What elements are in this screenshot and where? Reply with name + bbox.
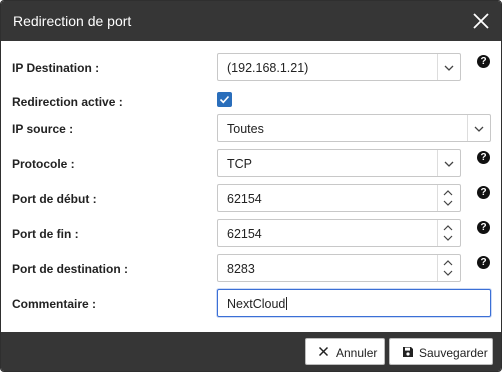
port-debut-value: 62154 <box>227 192 262 206</box>
spinner-divider <box>437 220 438 246</box>
spinner-divider <box>437 255 438 281</box>
redirection-active-checkbox[interactable] <box>217 92 232 107</box>
checkmark-icon <box>219 95 230 104</box>
row-ip-source: IP source : Toutes <box>1 114 501 144</box>
ip-source-label: IP source : <box>12 122 74 136</box>
row-port-debut: Port de début : 62154 ? <box>1 184 501 214</box>
port-forward-dialog: Redirection de port IP Destination : (19… <box>0 0 502 372</box>
row-port-fin: Port de fin : 62154 ? <box>1 219 501 249</box>
ip-destination-label: IP Destination : <box>12 61 100 75</box>
chevron-down-icon <box>474 126 484 132</box>
select-divider <box>437 54 438 80</box>
help-icon[interactable]: ? <box>477 186 490 199</box>
help-icon[interactable]: ? <box>477 151 490 164</box>
port-debut-input[interactable]: 62154 <box>217 184 461 212</box>
dialog-footer: Annuler Sauvegarder <box>1 332 501 371</box>
save-button[interactable]: Sauvegarder <box>389 338 493 365</box>
cancel-label: Annuler <box>336 346 378 360</box>
floppy-disk-icon <box>403 347 413 357</box>
help-icon[interactable]: ? <box>477 256 490 269</box>
cancel-button[interactable]: Annuler <box>305 338 385 365</box>
port-fin-value: 62154 <box>227 227 262 241</box>
protocole-value: TCP <box>227 157 252 171</box>
close-icon <box>318 346 329 357</box>
row-port-destination: Port de destination : 8283 ? <box>1 254 501 284</box>
spinner-arrows-icon[interactable] <box>442 258 454 278</box>
protocole-select[interactable]: TCP <box>217 149 461 177</box>
port-fin-label: Port de fin : <box>12 227 79 241</box>
ip-source-select[interactable]: Toutes <box>217 114 491 142</box>
ip-destination-value: (192.168.1.21) <box>227 61 309 75</box>
port-debut-label: Port de début : <box>12 192 97 206</box>
dialog-body: IP Destination : (192.168.1.21) ? Redire… <box>1 41 501 331</box>
help-icon[interactable]: ? <box>477 221 490 234</box>
spinner-arrows-icon[interactable] <box>442 188 454 208</box>
commentaire-label: Commentaire : <box>12 297 97 311</box>
commentaire-input[interactable]: NextCloud <box>217 289 491 317</box>
port-destination-value: 8283 <box>227 262 255 276</box>
row-protocole: Protocole : TCP ? <box>1 149 501 179</box>
text-caret <box>286 297 288 310</box>
ip-destination-select[interactable]: (192.168.1.21) <box>217 53 461 81</box>
spinner-divider <box>437 185 438 211</box>
port-fin-input[interactable]: 62154 <box>217 219 461 247</box>
select-divider <box>437 150 438 176</box>
protocole-label: Protocole : <box>12 157 75 171</box>
commentaire-value: NextCloud <box>227 297 286 311</box>
close-icon <box>473 13 489 29</box>
dialog-titlebar: Redirection de port <box>1 1 501 41</box>
row-ip-destination: IP Destination : (192.168.1.21) ? <box>1 53 501 83</box>
row-commentaire: Commentaire : NextCloud <box>1 289 501 319</box>
close-button[interactable] <box>469 9 493 33</box>
help-icon[interactable]: ? <box>477 55 490 68</box>
port-destination-input[interactable]: 8283 <box>217 254 461 282</box>
commentaire-value-wrap: NextCloud <box>227 297 288 311</box>
chevron-down-icon <box>444 65 454 71</box>
ip-source-value: Toutes <box>227 122 264 136</box>
redirection-active-label: Redirection active : <box>12 95 123 109</box>
spinner-arrows-icon[interactable] <box>442 223 454 243</box>
dialog-title: Redirection de port <box>13 13 132 29</box>
chevron-down-icon <box>444 161 454 167</box>
save-label: Sauvegarder <box>419 346 488 360</box>
port-destination-label: Port de destination : <box>12 262 129 276</box>
select-divider <box>467 115 468 141</box>
